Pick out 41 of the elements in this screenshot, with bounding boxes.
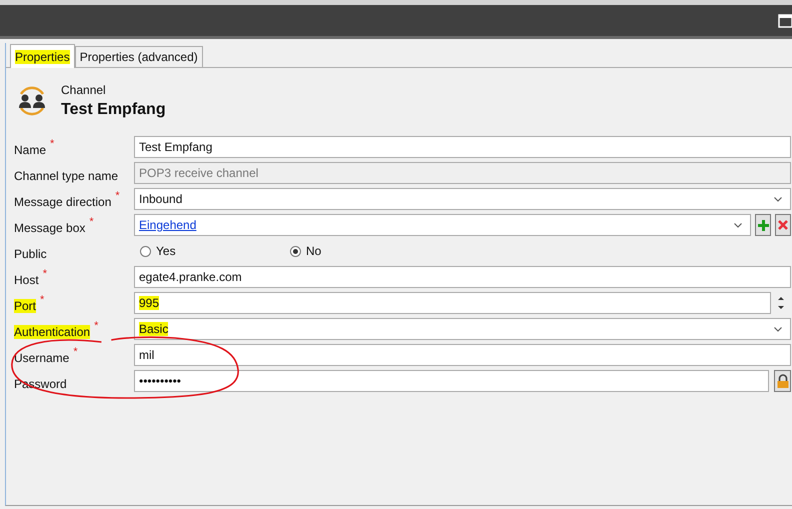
caret-icon (774, 196, 782, 202)
dropdown[interactable]: Inbound (134, 188, 791, 210)
radio-option[interactable]: No (290, 244, 440, 258)
required-asterisk: * (42, 268, 47, 280)
header-caption: Channel (61, 83, 107, 97)
field-label: Host (14, 273, 39, 287)
required-asterisk: * (94, 320, 98, 332)
field-label: Public (14, 247, 47, 261)
field-label: Username (14, 351, 70, 365)
text-field[interactable]: Test Empfang (134, 136, 791, 158)
field-label: Authentication (14, 325, 90, 339)
password-field[interactable]: •••••••••• (134, 370, 769, 392)
caret-icon (774, 326, 782, 332)
dropdown[interactable]: Eingehend (134, 214, 751, 236)
field-label: Message direction (14, 195, 112, 209)
text-field[interactable]: mil (134, 344, 791, 366)
field-label: Message box (14, 221, 86, 235)
plus-icon (758, 220, 768, 230)
caret-icon (734, 222, 742, 228)
required-asterisk: * (40, 294, 44, 306)
field-label: Channel type name (14, 169, 118, 183)
required-asterisk: * (50, 138, 54, 150)
radio-option[interactable]: Yes (140, 244, 290, 258)
text-field[interactable]: egate4.pranke.com (134, 266, 791, 288)
required-asterisk: * (89, 216, 94, 228)
delete-button[interactable] (775, 214, 791, 236)
required-asterisk: * (73, 346, 78, 358)
add-button[interactable] (755, 214, 771, 236)
required-asterisk: * (115, 190, 120, 202)
channel-title: Test Empfang (61, 101, 166, 119)
field-label: Port (14, 299, 36, 313)
number-field[interactable]: 995 (134, 292, 771, 314)
close-icon (778, 220, 788, 230)
dropdown[interactable]: Basic (134, 318, 791, 340)
tab[interactable]: Properties (10, 44, 75, 68)
padlock-icon (776, 374, 788, 388)
field-label: Name (14, 143, 46, 157)
lock-button[interactable] (774, 370, 791, 392)
spinner-arrows-icon[interactable] (778, 296, 784, 310)
window-icon[interactable] (778, 14, 792, 28)
tab[interactable]: Properties (advanced) (74, 46, 203, 67)
